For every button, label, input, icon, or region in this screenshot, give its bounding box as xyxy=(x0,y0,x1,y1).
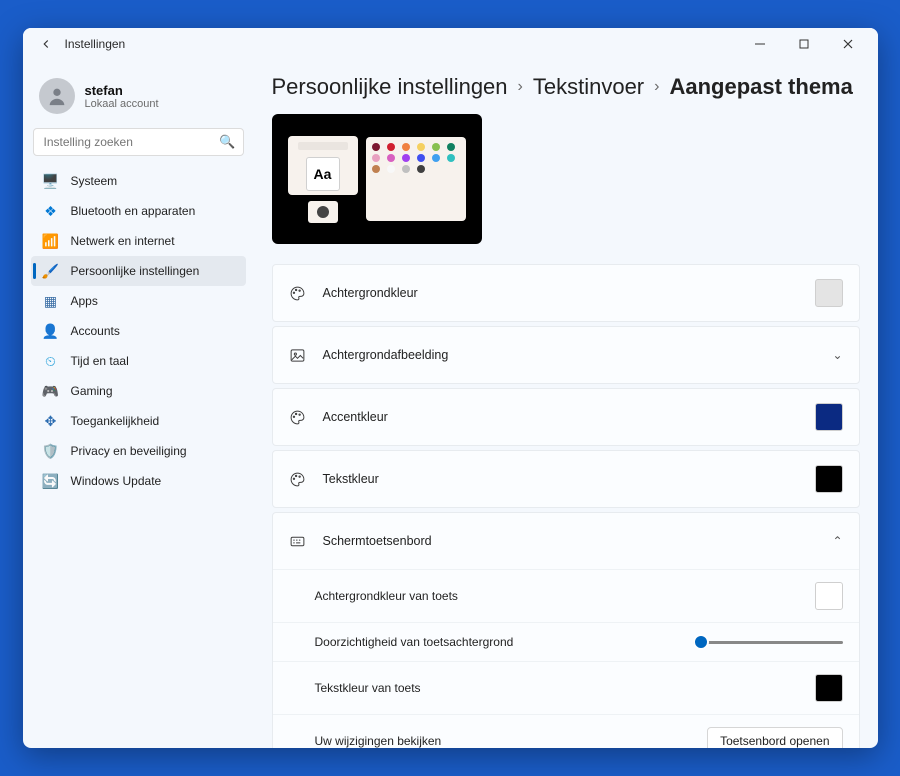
search-icon: 🔍 xyxy=(219,134,235,150)
sidebar-item-3[interactable]: 🖌️Persoonlijke instellingen xyxy=(31,256,246,286)
window-controls xyxy=(738,29,870,59)
row-key-opacity[interactable]: Doorzichtigheid van toetsachtergrond xyxy=(273,622,859,661)
key-bg-swatch[interactable] xyxy=(815,582,843,610)
key-text-swatch[interactable] xyxy=(815,674,843,702)
nav-icon: ▦ xyxy=(43,293,59,309)
sidebar: stefan Lokaal account 🔍 🖥️Systeem❖Blueto… xyxy=(23,60,254,748)
breadcrumb: Persoonlijke instellingen › Tekstinvoer … xyxy=(272,74,860,100)
chevron-right-icon: › xyxy=(518,78,523,96)
preview-palette xyxy=(366,137,466,221)
nav-icon: 🛡️ xyxy=(43,443,59,459)
main-content[interactable]: Persoonlijke instellingen › Tekstinvoer … xyxy=(254,60,878,748)
row-key-text-color[interactable]: Tekstkleur van toets xyxy=(273,661,859,714)
nav-icon: 👤 xyxy=(43,323,59,339)
row-background-color[interactable]: Achtergrondkleur xyxy=(273,265,859,321)
close-button[interactable] xyxy=(826,29,870,59)
chevron-up-icon: ⌃ xyxy=(832,534,842,548)
sidebar-item-0[interactable]: 🖥️Systeem xyxy=(31,166,246,196)
back-button[interactable] xyxy=(31,29,61,59)
preview-keyboard: Aa xyxy=(288,136,358,195)
palette-icon xyxy=(289,471,307,488)
breadcrumb-personalization[interactable]: Persoonlijke instellingen xyxy=(272,74,508,100)
text-color-swatch[interactable] xyxy=(815,465,843,493)
minimize-button[interactable] xyxy=(738,29,782,59)
breadcrumb-current: Aangepast thema xyxy=(669,74,852,100)
preview-mic xyxy=(308,201,338,223)
chevron-down-icon: ⌄ xyxy=(832,348,842,362)
bg-color-swatch[interactable] xyxy=(815,279,843,307)
avatar xyxy=(39,78,75,114)
chevron-right-icon: › xyxy=(654,78,659,96)
row-key-bg-color[interactable]: Achtergrondkleur van toets xyxy=(273,569,859,622)
theme-preview: Aa xyxy=(272,114,482,244)
sidebar-item-5[interactable]: 👤Accounts xyxy=(31,316,246,346)
maximize-button[interactable] xyxy=(782,29,826,59)
user-name: stefan xyxy=(85,83,159,98)
nav: 🖥️Systeem❖Bluetooth en apparaten📶Netwerk… xyxy=(31,166,246,496)
user-block[interactable]: stefan Lokaal account xyxy=(31,68,246,128)
palette-icon xyxy=(289,409,307,426)
settings-window: Instellingen stefan Lokaal account 🔍 🖥️S… xyxy=(23,28,878,748)
palette-icon xyxy=(289,285,307,302)
sidebar-item-9[interactable]: 🛡️Privacy en beveiliging xyxy=(31,436,246,466)
slider-thumb[interactable] xyxy=(693,634,709,650)
nav-icon: ⏲ xyxy=(43,353,59,369)
sidebar-item-2[interactable]: 📶Netwerk en internet xyxy=(31,226,246,256)
image-icon xyxy=(289,347,307,364)
search-input[interactable] xyxy=(33,128,244,156)
keyboard-icon xyxy=(289,533,307,550)
row-background-image[interactable]: Achtergrondafbeelding ⌄ xyxy=(273,327,859,383)
open-keyboard-button[interactable]: Toetsenbord openen xyxy=(707,727,842,748)
user-subtitle: Lokaal account xyxy=(85,98,159,110)
row-text-color[interactable]: Tekstkleur xyxy=(273,451,859,507)
nav-icon: 🔄 xyxy=(43,473,59,489)
sidebar-item-6[interactable]: ⏲Tijd en taal xyxy=(31,346,246,376)
opacity-slider[interactable] xyxy=(693,641,843,644)
sidebar-item-7[interactable]: 🎮Gaming xyxy=(31,376,246,406)
row-osk-header[interactable]: Schermtoetsenbord ⌃ xyxy=(273,513,859,569)
sidebar-item-4[interactable]: ▦Apps xyxy=(31,286,246,316)
search-box[interactable]: 🔍 xyxy=(33,128,244,156)
nav-icon: 🖥️ xyxy=(43,173,59,189)
sidebar-item-1[interactable]: ❖Bluetooth en apparaten xyxy=(31,196,246,226)
row-accent-color[interactable]: Accentkleur xyxy=(273,389,859,445)
nav-icon: ✥ xyxy=(43,413,59,429)
breadcrumb-textinput[interactable]: Tekstinvoer xyxy=(533,74,644,100)
nav-icon: 🎮 xyxy=(43,383,59,399)
accent-color-swatch[interactable] xyxy=(815,403,843,431)
sidebar-item-8[interactable]: ✥Toegankelijkheid xyxy=(31,406,246,436)
row-view-changes: Uw wijzigingen bekijken Toetsenbord open… xyxy=(273,714,859,748)
sidebar-item-10[interactable]: 🔄Windows Update xyxy=(31,466,246,496)
window-title: Instellingen xyxy=(65,37,126,51)
nav-icon: 🖌️ xyxy=(43,263,59,279)
nav-icon: ❖ xyxy=(43,203,59,219)
titlebar: Instellingen xyxy=(23,28,878,60)
nav-icon: 📶 xyxy=(43,233,59,249)
